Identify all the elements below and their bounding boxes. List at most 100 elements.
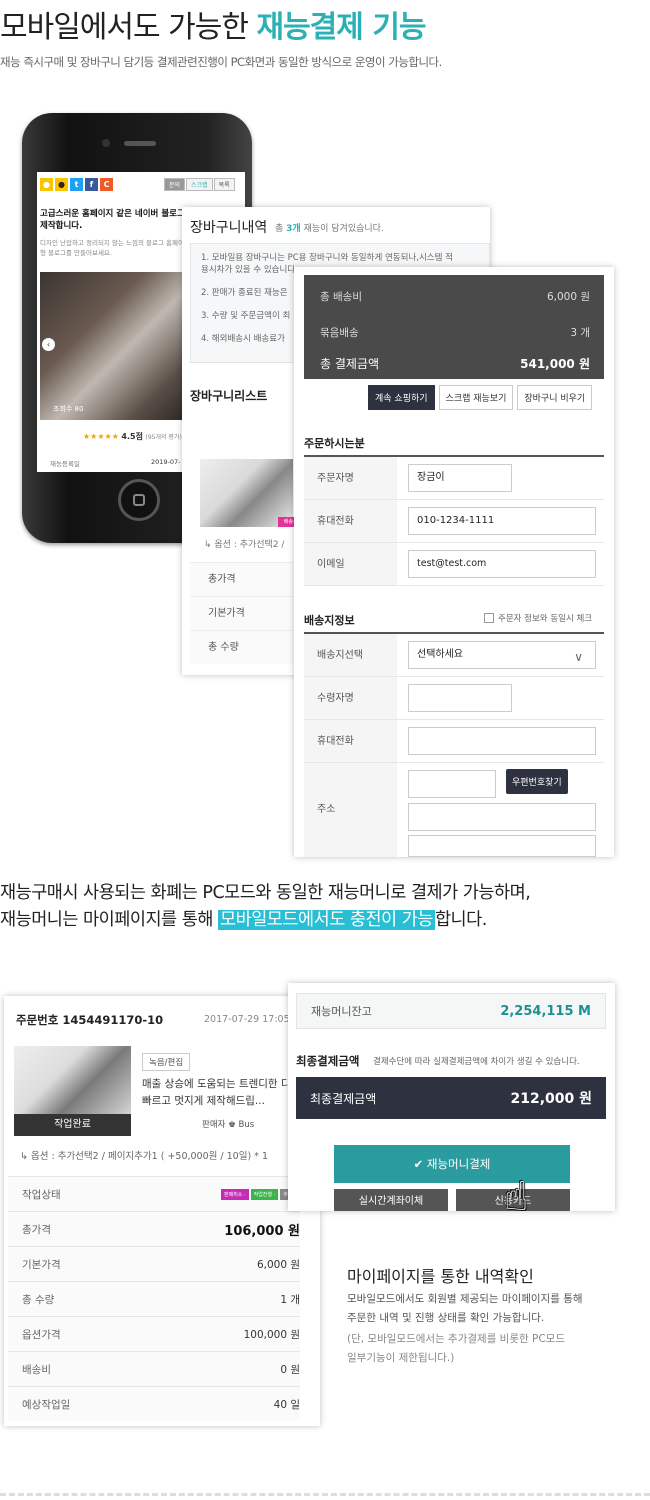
share-icons: ● ● t f C <box>40 178 113 191</box>
scrap-view-button[interactable]: 스크랩 재능보기 <box>438 385 514 410</box>
phone-camera <box>102 139 110 147</box>
orderer-phone-row: 휴대전화 010-1234-1111 <box>304 500 604 543</box>
mypage-line: 모바일모드에서도 회원별 제공되는 마이페이지를 통해 <box>347 1293 583 1305</box>
mypage-line: (단, 모바일모드에서는 추가결제를 비롯한 PC모드 <box>347 1333 565 1345</box>
cyworld-icon[interactable]: C <box>100 178 113 191</box>
hand-cursor-icon: ☝ <box>504 1174 529 1220</box>
final-amount-box: 최종결제금액 212,000 원 <box>296 1077 606 1119</box>
rating: ★★★★★ 4.5점 (95개의 평가) <box>83 432 182 441</box>
post-title: 고급스러운 홈페이지 같은 네이버 블로그 제작합니다. <box>40 209 185 231</box>
shipping-address-select[interactable]: 선택하세요 ∨ <box>408 641 596 669</box>
view-count: 조회수 80 <box>53 405 84 413</box>
realtime-transfer-button[interactable]: 실시간계좌이체 <box>334 1189 448 1211</box>
tab-scrap[interactable]: 스크랩 <box>186 178 213 191</box>
order-rows: 작업상태 판매취소 · 작업진행 · 추가결 총가격106,000 원 기본가격… <box>8 1176 300 1421</box>
mypage-line: 주문한 내역 및 진행 상태를 확인 가능합니다. <box>347 1312 545 1324</box>
order-row: 옵션가격 100,000 원 <box>8 1316 300 1351</box>
shipping-section-title: 배송지정보 <box>304 614 355 627</box>
orderer-name-row: 주문자명 장금이 <box>304 457 604 500</box>
bottom-divider <box>0 1493 650 1496</box>
summary-row: 묶음배송 3 개 <box>320 327 590 339</box>
orderer-phone-input[interactable]: 010-1234-1111 <box>408 507 596 535</box>
page-title: 모바일에서도 가능한 재능결제 기능 <box>0 10 427 45</box>
middle-line-1: 재능구매시 사용되는 화폐는 PC모드와 동일한 재능머니로 결제가 가능하며, <box>0 883 531 903</box>
mypage-title: 마이페이지를 통한 내역확인 <box>347 1267 534 1286</box>
category-badge: 녹음/편집 <box>142 1053 191 1071</box>
summary-total: 총 결제금액 541,000 원 <box>320 357 590 371</box>
receiver-phone-input[interactable] <box>408 727 596 755</box>
field-label: 휴대전화 <box>304 720 397 762</box>
status-chip[interactable]: 작업진행 · <box>250 1188 279 1200</box>
cart-list-title: 장바구니리스트 <box>190 389 268 403</box>
middle-description: 재능구매시 사용되는 화폐는 PC모드와 동일한 재능머니로 결제가 가능하며,… <box>0 880 531 934</box>
facebook-icon[interactable]: f <box>85 178 98 191</box>
cart-title: 장바구니내역 <box>190 220 268 236</box>
receiver-name-input[interactable] <box>408 684 512 712</box>
page-subtitle: 재능 즉시구매 및 장바구니 담기등 결제관련진행이 PC화면과 동일한 방식으… <box>0 55 442 69</box>
post-desc: 디자인 난잡하고 정리되지 않는 느낌의 블로그 홈페이지형 블로그를 만들어보… <box>40 239 190 257</box>
mypage-note: (단, 모바일모드에서는 추가결제를 비롯한 PC모드 일부기능이 제한됩니다.… <box>347 1330 565 1368</box>
same-as-orderer-checkbox[interactable]: 주문자 정보와 동일시 체크 <box>484 612 592 624</box>
tab-list[interactable]: 목록 <box>213 178 235 191</box>
field-label: 수령자명 <box>304 677 397 719</box>
orderer-email-input[interactable]: test@test.com <box>408 550 596 578</box>
field-label: 배송지선택 <box>304 634 397 676</box>
continue-shopping-button[interactable]: 계속 쇼핑하기 <box>368 385 435 410</box>
post-tabs: 문의 스크랩 목록 <box>163 178 235 191</box>
final-amount-note: 결제수단에 따라 실제결제금액에 차이가 생길 수 있습니다. <box>373 1057 580 1067</box>
talent-money-panel: 재능머니잔고 2,254,115 M 최종결제금액 결제수단에 따라 실제결제금액… <box>288 983 615 1211</box>
twitter-icon[interactable]: t <box>70 178 83 191</box>
orderer-email-row: 이메일 test@test.com <box>304 543 604 586</box>
cart-count: 총 3개 재능이 담겨있습니다. <box>275 224 384 234</box>
order-status-row: 작업상태 판매취소 · 작업진행 · 추가결 <box>8 1176 300 1211</box>
balance-box: 재능머니잔고 2,254,115 M <box>296 993 606 1029</box>
cart-item-option: ↳ 옵션 : 추가선택2 / <box>204 540 285 550</box>
receiver-phone-row: 휴대전화 <box>304 720 604 763</box>
kakaostory-icon[interactable]: ● <box>40 178 53 191</box>
payment-summary: 총 배송비 6,000 원 묶음배송 3 개 총 결제금액 541,000 원 <box>304 275 604 379</box>
order-row: 배송비 0 원 <box>8 1351 300 1386</box>
field-label: 주문자명 <box>304 457 397 499</box>
receiver-name-row: 수령자명 <box>304 677 604 720</box>
order-detail-card: 주문번호 1454491170-10 2017-07-29 17:05 작업완료… <box>4 996 320 1426</box>
registered-date: 2019-07- <box>151 458 181 466</box>
post-image: ‹ 조회수 80 <box>40 272 190 420</box>
middle-line-2: 재능머니는 마이페이지를 통해 모바일모드에서도 충전이 가능 합니다. <box>0 910 487 930</box>
order-form-panel: 총 배송비 6,000 원 묶음배송 3 개 총 결제금액 541,000 원 계속 … <box>294 267 614 857</box>
order-thumbnail[interactable]: 작업완료 <box>14 1046 131 1136</box>
order-date: 2017-07-29 17:05 <box>204 1014 290 1025</box>
status-overlay: 작업완료 <box>14 1114 131 1136</box>
order-row: 예상작업일 40 일 <box>8 1386 300 1421</box>
order-option: ↳ 옵션 : 추가선택2 / 페이지추가1 ( +50,000원 / 10일) … <box>20 1151 268 1162</box>
address-row: 주소 우편번호찾기 <box>304 763 604 857</box>
kakaotalk-icon[interactable]: ● <box>55 178 68 191</box>
order-row: 총 수량 1 개 <box>8 1281 300 1316</box>
order-row: 총가격 106,000 원 <box>8 1211 300 1246</box>
phone-speaker <box>124 141 156 146</box>
registered-label: 재능등록일 <box>50 460 80 468</box>
field-label: 이메일 <box>304 543 397 585</box>
address-input[interactable] <box>408 803 596 831</box>
order-number: 주문번호 1454491170-10 <box>16 1013 164 1027</box>
orderer-name-input[interactable]: 장금이 <box>408 464 512 492</box>
orderer-section-title: 주문하시는분 <box>304 437 365 450</box>
checkbox-icon[interactable] <box>484 613 494 623</box>
home-button-icon[interactable] <box>118 479 160 521</box>
empty-cart-button[interactable]: 장바구니 비우기 <box>517 385 593 410</box>
talent-money-pay-button[interactable]: ✔ 재능머니결제 <box>334 1145 570 1183</box>
shipping-select-row: 배송지선택 선택하세요 ∨ <box>304 634 604 677</box>
prev-arrow-icon[interactable]: ‹ <box>42 338 55 351</box>
seller-name[interactable]: 판매자 ♚ Bus <box>202 1118 254 1130</box>
postcode-input[interactable] <box>408 770 496 798</box>
status-chip[interactable]: 판매취소 · <box>221 1188 249 1200</box>
address-detail-input[interactable] <box>408 835 596 857</box>
chevron-down-icon: ∨ <box>574 650 583 664</box>
postcode-search-button[interactable]: 우편번호찾기 <box>506 769 568 794</box>
mypage-line: 일부기능이 제한됩니다.) <box>347 1352 455 1364</box>
tab-inquiry[interactable]: 문의 <box>164 178 186 191</box>
final-amount-title: 최종결제금액 <box>296 1054 360 1068</box>
summary-row: 총 배송비 6,000 원 <box>320 291 590 303</box>
highlight-text: 모바일모드에서도 충전이 가능 <box>218 910 435 930</box>
cart-actions: 계속 쇼핑하기 스크랩 재능보기 장바구니 비우기 <box>368 385 593 410</box>
order-row: 기본가격 6,000 원 <box>8 1246 300 1281</box>
